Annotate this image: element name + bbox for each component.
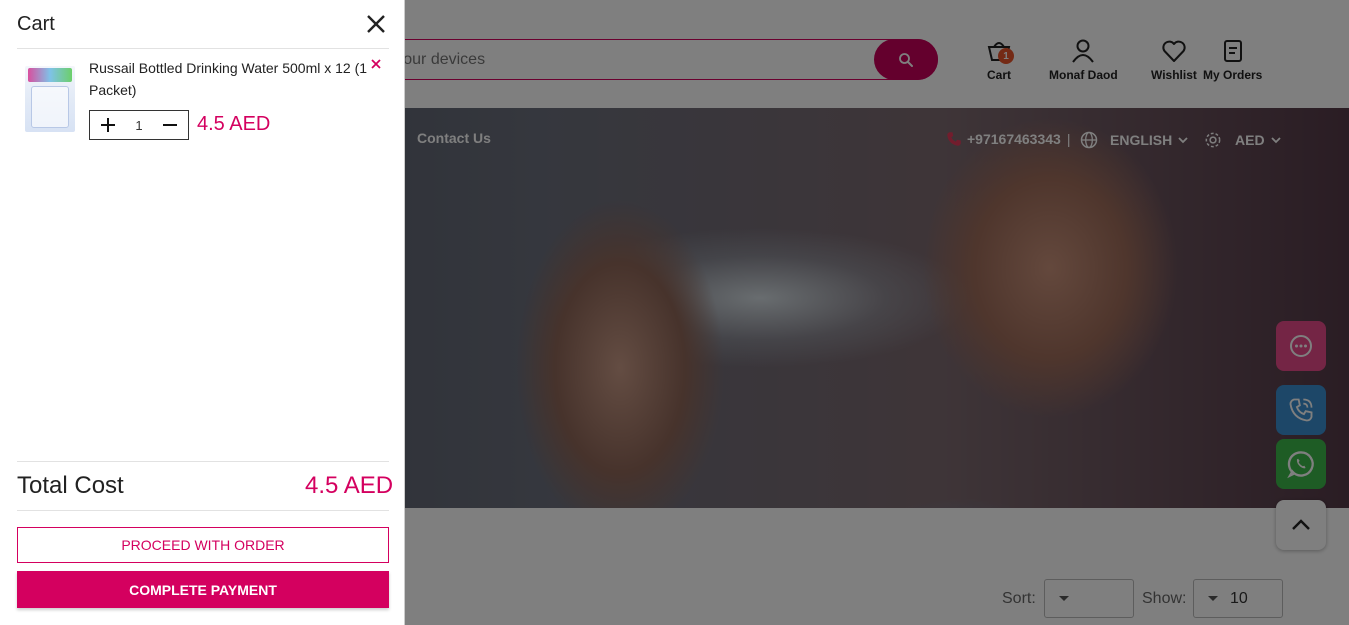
divider	[17, 48, 389, 49]
minus-icon[interactable]	[162, 117, 178, 133]
cart-item-price: 4.5 AED	[197, 113, 271, 135]
quantity-stepper: 1	[89, 110, 189, 140]
close-cart-button[interactable]	[365, 13, 387, 35]
product-image[interactable]	[25, 66, 75, 132]
plus-icon[interactable]	[100, 117, 116, 133]
complete-payment-button[interactable]: COMPLETE PAYMENT	[17, 571, 389, 608]
divider	[17, 461, 389, 462]
remove-item-button[interactable]	[370, 57, 382, 75]
cart-drawer: Cart Russail Bottled Drinking Water 500m…	[0, 0, 405, 625]
quantity-value[interactable]: 1	[135, 118, 142, 133]
close-icon	[367, 15, 385, 33]
close-icon	[371, 59, 381, 69]
proceed-with-order-button[interactable]: PROCEED WITH ORDER	[17, 527, 389, 563]
cart-item-name-line2: Packet)	[89, 82, 137, 98]
total-cost-value: 4.5 AED	[305, 472, 394, 499]
cart-title: Cart	[17, 13, 55, 35]
divider	[17, 510, 389, 511]
total-cost-label: Total Cost	[17, 472, 124, 499]
cart-item-name-line1: Russail Bottled Drinking Water 500ml x 1…	[89, 60, 368, 76]
cart-item-name[interactable]: Russail Bottled Drinking Water 500ml x 1…	[89, 57, 369, 101]
